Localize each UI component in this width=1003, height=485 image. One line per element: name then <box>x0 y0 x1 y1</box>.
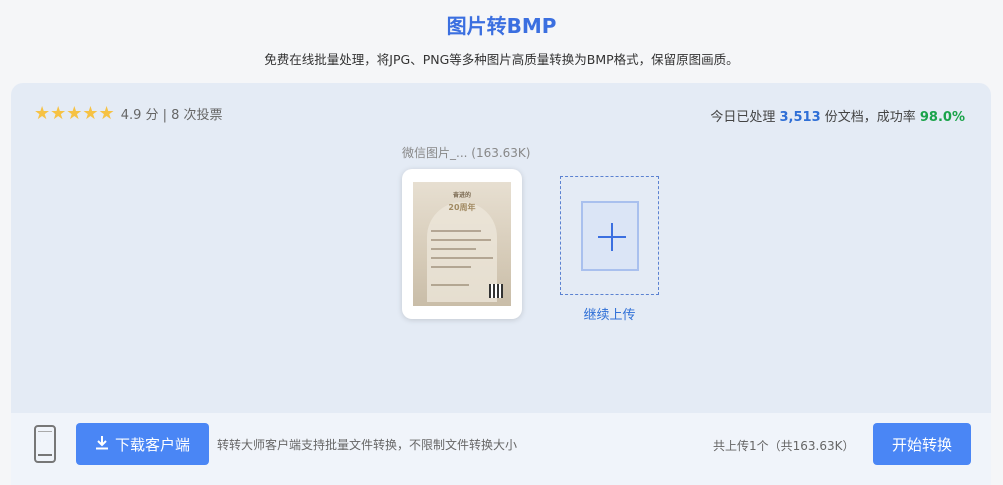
thumbnail-text-line <box>431 239 491 241</box>
thumbnail-title: 奋进的 <box>452 192 471 199</box>
daily-stats: 今日已处理 3,513 份文档，成功率 98.0% <box>710 106 965 125</box>
file-card[interactable]: 奋进的 20周年 <box>402 169 522 319</box>
download-icon <box>95 435 109 454</box>
thumbnail-year: 20周年 <box>448 203 476 212</box>
file-name: 微信图片_... (163.63K) <box>402 146 531 160</box>
page-title: 图片转BMP <box>446 14 557 38</box>
page-subtitle: 免费在线批量处理，将JPG、PNG等多种图片高质量转换为BMP格式，保留原图画质… <box>264 52 739 67</box>
download-client-button[interactable]: 下载客户端 <box>76 423 209 465</box>
stats-count: 3,513 <box>779 110 821 125</box>
stats-middle: 份文档，成功率 <box>820 110 920 125</box>
continue-upload-label[interactable]: 继续上传 <box>560 304 659 323</box>
file-thumbnail: 奋进的 20周年 <box>413 182 511 306</box>
stats-success-rate: 98.0% <box>919 110 965 125</box>
thumbnail-text-line <box>431 230 481 232</box>
client-note: 转转大师客户端支持批量文件转换，不限制文件转换大小 <box>217 438 518 452</box>
thumbnail-text-line <box>431 284 469 286</box>
thumbnail-text-line <box>431 257 493 259</box>
upload-summary: 共上传1个（共163.63K） <box>713 439 855 453</box>
plus-icon-vertical <box>611 223 613 251</box>
stats-prefix: 今日已处理 <box>710 110 780 125</box>
thumbnail-text-line <box>431 248 476 250</box>
upload-box <box>581 201 639 271</box>
thumbnail-arch-decoration <box>427 202 497 302</box>
star-rating-icon[interactable]: ★★★★★ <box>34 104 115 123</box>
phone-icon <box>34 425 56 463</box>
converter-panel: ★★★★★ 4.9 分 | 8 次投票 今日已处理 3,513 份文档，成功率 … <box>11 83 991 485</box>
download-client-label: 下载客户端 <box>114 435 190 454</box>
footer-bar: 下载客户端 转转大师客户端支持批量文件转换，不限制文件转换大小 共上传1个（共1… <box>11 413 991 485</box>
rating: ★★★★★ 4.9 分 | 8 次投票 <box>34 104 223 123</box>
continue-upload-button[interactable] <box>560 176 659 295</box>
start-convert-button[interactable]: 开始转换 <box>873 423 971 465</box>
qr-code-icon <box>489 284 503 298</box>
rating-score: 4.9 分 | 8 次投票 <box>120 108 223 123</box>
thumbnail-text-line <box>431 266 471 268</box>
